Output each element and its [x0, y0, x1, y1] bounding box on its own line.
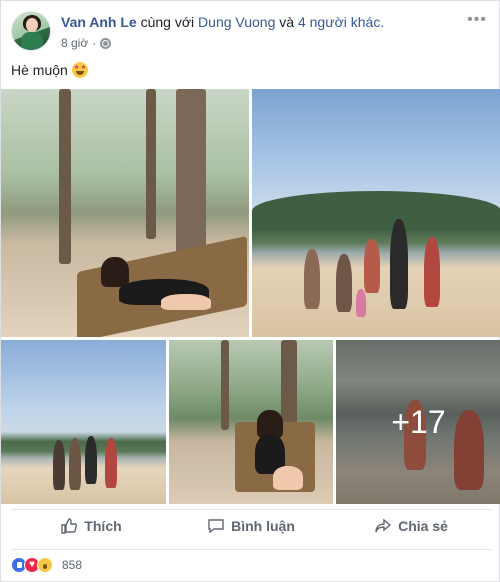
tree-trunk	[146, 89, 156, 239]
child-figure	[105, 438, 117, 488]
share-label: Chia sẻ	[398, 517, 448, 534]
toddler-figure	[356, 289, 366, 317]
author-name[interactable]: Van Anh Le	[61, 14, 137, 30]
child-figure	[424, 237, 440, 307]
action-bar: Thích Bình luận Chia sẻ	[11, 509, 491, 541]
post-caption: Hè muộn ★ ★	[11, 61, 88, 79]
woman-figure	[390, 219, 408, 309]
reactions-summary[interactable]	[11, 556, 53, 573]
post-meta: 8 giờ ·	[61, 35, 112, 51]
thumbs-up-icon	[61, 517, 78, 534]
share-icon	[375, 518, 392, 532]
comment-icon	[208, 518, 224, 533]
reactions-footer: 858	[11, 549, 491, 579]
comment-label: Bình luận	[231, 517, 295, 534]
header-line: Van Anh Le cùng với Dung Vuong và 4 ngườ…	[61, 13, 384, 31]
child-figure	[69, 438, 81, 490]
tagged-person[interactable]: Dung Vuong	[198, 14, 275, 30]
with-text: cùng với	[140, 14, 195, 30]
more-photos-count[interactable]: +17	[336, 340, 500, 504]
avatar-dress	[21, 32, 43, 50]
child-figure	[304, 249, 320, 309]
post-time[interactable]: 8 giờ	[61, 35, 88, 51]
separator-dot: ·	[92, 36, 97, 50]
others-link[interactable]: 4 người khác.	[298, 14, 384, 30]
photo-5[interactable]: +17	[336, 340, 500, 504]
like-button[interactable]: Thích	[11, 510, 171, 541]
comment-button[interactable]: Bình luận	[171, 510, 331, 541]
hill	[252, 191, 500, 231]
emoji-mouth	[75, 71, 84, 75]
person-head	[101, 257, 129, 287]
person-legs	[161, 294, 211, 310]
post-header: Van Anh Le cùng với Dung Vuong và 4 ngườ…	[11, 11, 491, 53]
caption-text: Hè muộn	[11, 62, 68, 78]
photo-2[interactable]	[252, 89, 500, 337]
ellipsis-icon[interactable]: •••	[465, 12, 489, 31]
child-figure	[53, 440, 65, 490]
avatar-face	[26, 18, 38, 32]
wow-reaction-icon	[37, 556, 53, 573]
tree-trunk	[59, 89, 71, 264]
tree-trunk	[221, 340, 229, 430]
photo-1[interactable]	[1, 89, 249, 337]
woman-figure	[85, 436, 97, 484]
child-figure	[364, 239, 380, 293]
author-avatar[interactable]	[11, 11, 51, 51]
and-text: và	[279, 14, 295, 30]
photo-3[interactable]	[1, 340, 166, 504]
like-label: Thích	[84, 517, 122, 534]
globe-icon[interactable]	[100, 37, 112, 49]
share-button[interactable]: Chia sẻ	[331, 510, 491, 541]
star-struck-emoji-icon: ★ ★	[71, 62, 88, 78]
post-card: Van Anh Le cùng với Dung Vuong và 4 ngườ…	[0, 0, 500, 582]
child-figure	[336, 254, 352, 312]
person-legs	[273, 466, 303, 490]
reaction-count[interactable]: 858	[62, 558, 82, 572]
photo-4[interactable]	[169, 340, 333, 504]
